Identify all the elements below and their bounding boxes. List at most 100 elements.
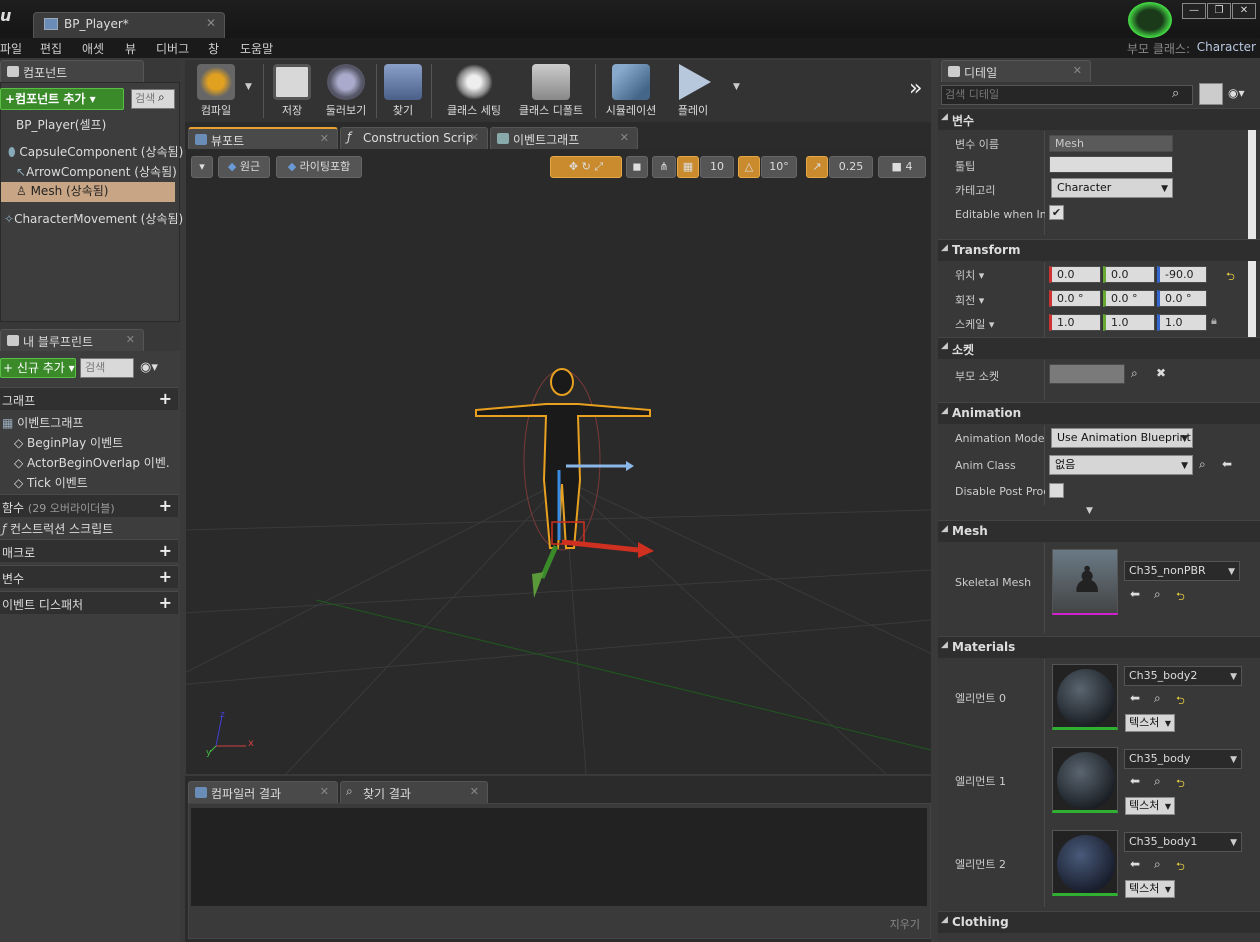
transform-section-header[interactable]: ◢ Transform [938,239,1260,261]
add-new-button[interactable]: + 신규 추가 ▾ [0,358,76,378]
close-tab-icon[interactable]: ✕ [126,333,135,346]
search-icon[interactable]: ⌕ [1131,366,1138,381]
location-z-input[interactable]: -90.0 [1157,266,1207,283]
material-dropdown[interactable]: Ch35_body [1124,749,1242,769]
tab-viewport[interactable]: 뷰포트 ✕ [188,127,338,149]
rotation-snap-icon[interactable]: △ [738,156,760,178]
parent-class-link[interactable]: Character [1197,40,1256,54]
material-dropdown[interactable]: Ch35_body2 [1124,666,1242,686]
search-icon[interactable]: ⌕ [1154,857,1161,872]
reset-to-default-icon[interactable]: ⮌ [1176,588,1185,607]
simulation-button[interactable]: 시뮬레이션 [601,64,661,118]
sockets-section-header[interactable]: ◢ 소켓 [938,337,1260,359]
add-graph-button[interactable]: + [159,389,172,408]
components-tab[interactable]: 컴포넌트 [0,60,144,82]
use-selected-arrow-icon[interactable]: ⬅ [1222,457,1232,471]
details-search-input[interactable]: 검색 디테일 [941,85,1193,105]
clear-icon[interactable]: ✖ [1156,366,1166,380]
rotation-y-input[interactable]: 0.0 ° [1103,290,1155,307]
lock-icon[interactable]: 🔒︎ [1211,314,1217,328]
tab-event-graph[interactable]: 이벤트그래프 ✕ [490,127,638,149]
animation-section-header[interactable]: ◢ Animation [938,402,1260,424]
perspective-button[interactable]: ◆ 원근 [218,156,270,178]
add-macro-button[interactable]: + [159,541,172,560]
var-name-input[interactable]: Mesh [1049,135,1173,152]
transform-tools-group[interactable]: ✥ ↻ ⤢ [550,156,622,178]
maximize-button[interactable]: ❐ [1207,3,1231,19]
use-selected-arrow-icon[interactable]: ⬅ [1130,587,1140,601]
menu-edit[interactable]: 편집 [40,40,62,57]
browse-button[interactable]: 둘러보기 [321,64,371,118]
event-item-beginplay[interactable]: ◇ BeginPlay 이벤트 [14,434,123,451]
menu-view[interactable]: 뷰 [125,40,136,57]
my-blueprint-tab[interactable]: 내 블루프린트 ✕ [0,329,144,351]
translate-icon[interactable]: ✥ [569,160,578,173]
rotate-icon[interactable]: ↻ [582,160,591,173]
close-tab-icon[interactable]: ✕ [470,785,479,798]
variables-section[interactable]: 변수 + [0,565,178,588]
use-selected-arrow-icon[interactable]: ⬅ [1130,774,1140,788]
capsule-component[interactable]: ⬮ CapsuleComponent (상속됨) [8,143,183,160]
disable-post-process-checkbox[interactable] [1049,483,1064,498]
graph-section[interactable]: 그래프 + [0,387,178,410]
anim-class-dropdown[interactable]: 없음 [1049,455,1193,475]
clothing-section-header[interactable]: ◢ Clothing [938,911,1260,933]
tab-construction-script[interactable]: ƒ Construction Scrip ✕ [340,127,488,149]
close-window-button[interactable]: ✕ [1232,3,1256,19]
event-item-tick[interactable]: ◇ Tick 이벤트 [14,474,88,491]
world-local-icon[interactable]: ◼ [626,156,648,178]
construction-script-item[interactable]: ƒ 컨스트럭션 스크립트 [2,520,113,537]
eye-icon[interactable]: ◉▾ [1228,86,1245,100]
tooltip-input[interactable] [1049,156,1173,173]
material-thumbnail[interactable] [1052,747,1118,813]
scale-z-input[interactable]: 1.0 [1157,314,1207,331]
close-tab-icon[interactable]: ✕ [206,16,216,30]
search-icon[interactable]: ⌕ [1199,457,1206,472]
skeletal-mesh-dropdown[interactable]: Ch35_nonPBR [1124,561,1240,581]
use-selected-arrow-icon[interactable]: ⬅ [1130,857,1140,871]
find-button[interactable]: 찾기 [381,64,425,118]
play-options-chevron-icon[interactable]: ▼ [733,82,740,92]
add-variable-button[interactable]: + [159,567,172,586]
category-dropdown[interactable]: Character [1051,178,1173,198]
menu-help[interactable]: 도움말 [240,40,273,57]
unreal-logo-icon[interactable]: u [0,6,16,28]
tab-find-results[interactable]: ⌕ 찾기 결과 ✕ [340,781,488,803]
menu-file[interactable]: 파일 [0,40,22,57]
blueprint-search-input[interactable]: 검색 [80,358,134,378]
use-selected-arrow-icon[interactable]: ⬅ [1130,691,1140,705]
close-tab-icon[interactable]: ✕ [320,785,329,798]
reset-to-default-icon[interactable]: ⮌ [1176,692,1185,711]
class-defaults-button[interactable]: 클래스 디폴트 [513,64,589,118]
skeletal-mesh-thumbnail[interactable]: ♟ [1052,549,1118,615]
property-matrix-icon[interactable] [1199,83,1223,105]
close-tab-icon[interactable]: ✕ [1073,64,1082,77]
scale-x-input[interactable]: 1.0 [1049,314,1101,331]
component-root[interactable]: BP_Player(셀프) [16,116,106,133]
functions-section[interactable]: 함수 (29 오버라이더블) + [0,494,178,517]
source-control-icon[interactable] [1128,2,1172,38]
macros-section[interactable]: 매크로 + [0,539,178,562]
menu-debug[interactable]: 디버그 [156,40,189,57]
close-tab-icon[interactable]: ✕ [320,132,329,145]
location-y-input[interactable]: 0.0 [1103,266,1155,283]
character-movement-component[interactable]: ✧CharacterMovement (상속됨) [4,210,183,227]
scale-y-input[interactable]: 1.0 [1103,314,1155,331]
grid-snap-value[interactable]: 10 [700,156,734,178]
component-search-input[interactable]: 검색 [131,89,175,109]
viewport-options-button[interactable]: ▾ [191,156,213,178]
details-tab[interactable]: 디테일 ✕ [941,60,1091,82]
scale-label[interactable]: 스케일 ▾ [955,316,994,332]
rotation-z-input[interactable]: 0.0 ° [1157,290,1207,307]
viewport[interactable]: x z y [186,150,931,774]
close-tab-icon[interactable]: ✕ [470,131,479,144]
tab-compiler-results[interactable]: 컴파일러 결과 ✕ [188,781,338,803]
save-button[interactable]: 저장 [270,64,314,118]
mesh-component[interactable]: ♙ Mesh (상속됨) [1,182,175,202]
reset-location-icon[interactable]: ⮌ [1226,268,1235,287]
menu-window[interactable]: 창 [208,40,219,57]
minimize-button[interactable]: — [1182,3,1206,19]
search-icon[interactable]: ⌕ [1154,774,1161,789]
scale-snap-icon[interactable]: ↗ [806,156,828,178]
arrow-component[interactable]: ↖ArrowComponent (상속됨) [16,163,177,180]
